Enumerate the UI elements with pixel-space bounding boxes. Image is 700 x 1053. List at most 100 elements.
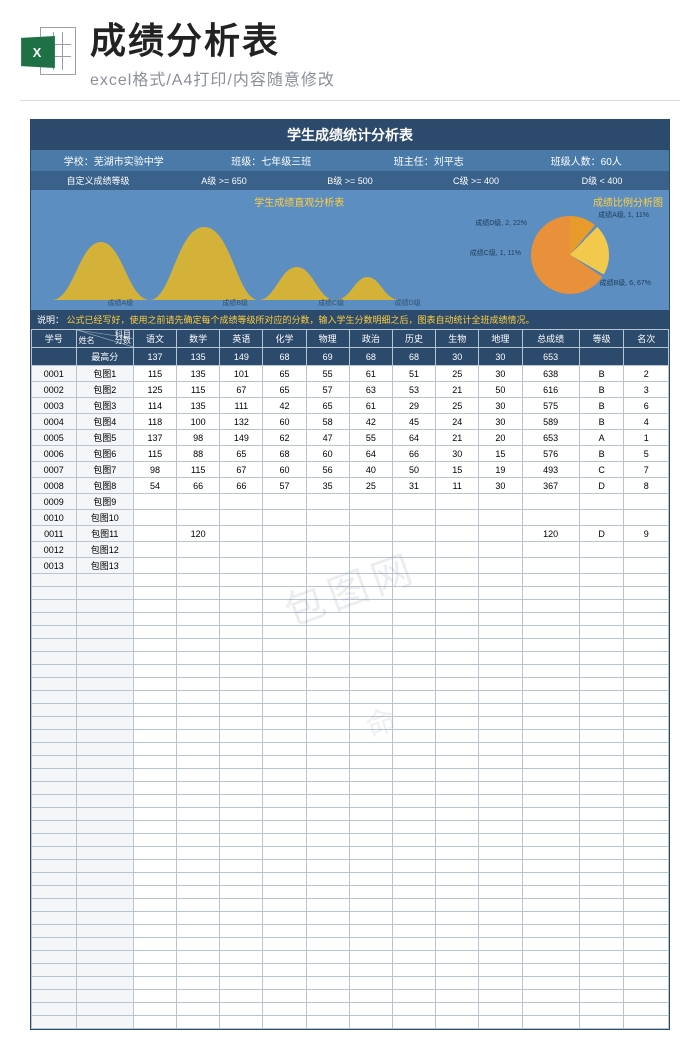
school-label: 学校：芜湖市实验中学	[35, 153, 193, 168]
table-row	[32, 769, 669, 782]
table-row: 0009包图9	[32, 494, 669, 510]
header-row: 学号 科目 姓名 分数 语文 数学 英语 化学 物理 政治 历史 生物 地理 总…	[32, 330, 669, 348]
spreadsheet-preview: 学生成绩统计分析表 学校：芜湖市实验中学 班级：七年级三班 班主任：刘平志 班级…	[30, 119, 670, 1030]
table-row	[32, 704, 669, 717]
table-row	[32, 652, 669, 665]
note-text: 公式已经写好，使用之前请先确定每个成绩等级所对应的分数，输入学生分数明细之后，图…	[67, 315, 535, 325]
grade-d: D级 < 400	[539, 174, 665, 187]
divider	[20, 100, 680, 101]
col-dili: 地理	[479, 330, 522, 348]
col-lishi: 历史	[392, 330, 435, 348]
table-row: 0005包图513798149624755642120653A1	[32, 430, 669, 446]
table-row: 0001包图1115135101655561512530638B2	[32, 366, 669, 382]
table-row	[32, 639, 669, 652]
table-row: 0003包图3114135111426561292530575B6	[32, 398, 669, 414]
hump-label-a: 成绩A级	[108, 298, 134, 308]
table-row	[32, 938, 669, 951]
grade-custom-label: 自定义成绩等级	[35, 174, 161, 187]
col-grade: 等级	[579, 330, 624, 348]
chart-zone: 学生成绩直观分析表 成绩比例分析图 成绩A级 成绩B级 成绩C级 成绩D级 成绩…	[31, 190, 669, 310]
col-shengwu: 生物	[436, 330, 479, 348]
grade-a: A级 >= 650	[161, 174, 287, 187]
table-row	[32, 730, 669, 743]
table-row	[32, 587, 669, 600]
class-label: 班级：七年级三班	[193, 153, 351, 168]
page-title: 成绩分析表	[90, 12, 680, 64]
table-row: 0007包图79811567605640501519493C7	[32, 462, 669, 478]
table-row	[32, 626, 669, 639]
table-row	[32, 860, 669, 873]
note-label: 说明：	[37, 315, 64, 325]
headcount-label: 班级人数：60人	[508, 153, 666, 168]
grade-b: B级 >= 500	[287, 174, 413, 187]
col-corner: 科目 姓名 分数	[76, 330, 133, 348]
hump-label-d: 成绩D级	[395, 298, 421, 308]
excel-icon: X	[20, 23, 76, 79]
table-row	[32, 808, 669, 821]
table-row: 0011包图11120120D9	[32, 526, 669, 542]
teacher-label: 班主任：刘平志	[350, 153, 508, 168]
pie-label-d: 成绩D级, 2, 22%	[475, 220, 527, 228]
table-row	[32, 821, 669, 834]
table-row	[32, 964, 669, 977]
table-row	[32, 990, 669, 1003]
col-huaxue: 化学	[263, 330, 306, 348]
table-row	[32, 743, 669, 756]
area-chart	[41, 222, 411, 302]
score-table: 学号 科目 姓名 分数 语文 数学 英语 化学 物理 政治 历史 生物 地理 总…	[31, 329, 669, 1029]
table-body: 0001包图1115135101655561512530638B20002包图2…	[32, 366, 669, 1029]
col-zhengzhi: 政治	[349, 330, 392, 348]
hump-label-c: 成绩C级	[318, 298, 344, 308]
col-shuxue: 数学	[177, 330, 220, 348]
table-row	[32, 756, 669, 769]
sheet-title: 学生成绩统计分析表	[31, 120, 669, 150]
col-id: 学号	[32, 330, 77, 348]
table-row: 0013包图13	[32, 558, 669, 574]
grade-c: C级 >= 400	[413, 174, 539, 187]
pie-label-a: 成绩A级, 1, 11%	[598, 212, 649, 220]
table-row	[32, 886, 669, 899]
top-banner: X 成绩分析表 excel格式/A4打印/内容随意修改	[0, 0, 700, 94]
table-row	[32, 717, 669, 730]
col-total: 总成绩	[522, 330, 579, 348]
pie-chart-title: 成绩比例分析图	[593, 194, 663, 209]
note-row: 说明： 公式已经写好，使用之前请先确定每个成绩等级所对应的分数，输入学生分数明细…	[31, 310, 669, 329]
max-row: 最高分 137135 14968 6968 6830 30653	[32, 348, 669, 366]
table-row	[32, 574, 669, 587]
table-row	[32, 834, 669, 847]
table-row	[32, 925, 669, 938]
table-row	[32, 795, 669, 808]
table-row	[32, 873, 669, 886]
pie-label-c: 成绩C级, 1, 11%	[470, 250, 521, 258]
hump-label-b: 成绩B级	[222, 298, 248, 308]
table-row: 0004包图4118100132605842452430589B4	[32, 414, 669, 430]
table-row	[32, 847, 669, 860]
col-yuwen: 语文	[133, 330, 176, 348]
col-rank: 名次	[624, 330, 669, 348]
table-row	[32, 951, 669, 964]
table-row	[32, 977, 669, 990]
pie-label-b: 成绩B级, 6, 67%	[600, 280, 651, 288]
table-row	[32, 899, 669, 912]
table-row	[32, 613, 669, 626]
table-row	[32, 1003, 669, 1016]
col-yingyu: 英语	[220, 330, 263, 348]
page-subtitle: excel格式/A4打印/内容随意修改	[90, 66, 680, 90]
table-row	[32, 1016, 669, 1029]
pie-chart	[531, 216, 609, 294]
table-row: 0006包图61158865686064663015576B5	[32, 446, 669, 462]
table-row	[32, 665, 669, 678]
col-wuli: 物理	[306, 330, 349, 348]
table-row	[32, 600, 669, 613]
table-row: 0010包图10	[32, 510, 669, 526]
table-row: 0012包图12	[32, 542, 669, 558]
table-row	[32, 678, 669, 691]
info-row: 学校：芜湖市实验中学 班级：七年级三班 班主任：刘平志 班级人数：60人	[31, 150, 669, 171]
area-chart-title: 学生成绩直观分析表	[254, 194, 344, 209]
table-row: 0002包图212511567655763532150616B3	[32, 382, 669, 398]
maxrow-label: 最高分	[76, 348, 133, 366]
table-row: 0008包图8546666573525311130367D8	[32, 478, 669, 494]
table-row	[32, 912, 669, 925]
table-row	[32, 782, 669, 795]
table-row	[32, 691, 669, 704]
